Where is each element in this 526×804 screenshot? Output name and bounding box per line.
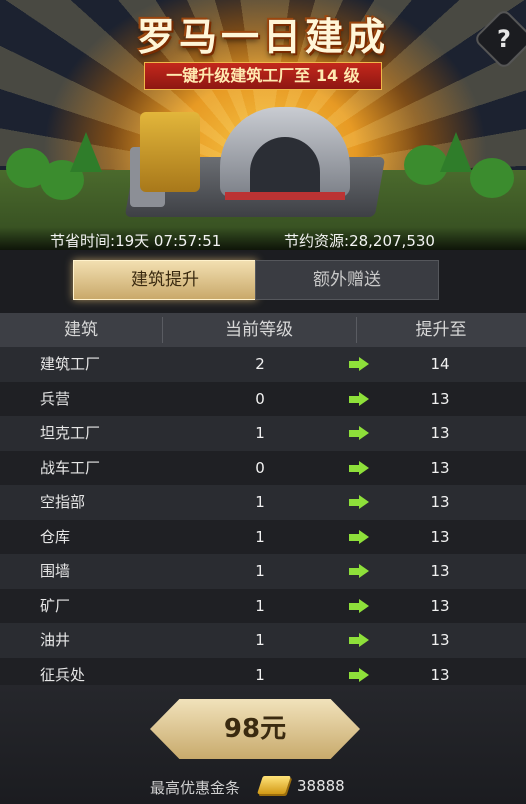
building-name: 坦克工厂	[40, 424, 101, 442]
building-name: 矿厂	[40, 596, 71, 615]
tree-icon	[470, 158, 514, 198]
current-level: 0	[255, 458, 265, 477]
current-level: 2	[255, 355, 265, 373]
table-row: 战车工厂 0 13	[0, 450, 526, 485]
target-level: 14	[430, 355, 450, 373]
target-level: 13	[430, 424, 450, 442]
building-name: 征兵处	[40, 665, 86, 684]
current-level: 1	[255, 424, 265, 442]
target-level: 13	[430, 562, 450, 580]
arrow-right-icon	[349, 598, 369, 613]
arrow-right-icon	[349, 357, 369, 371]
gold-amount: 38888	[297, 777, 345, 795]
purchase-panel: 98元 最高优惠金条 38888	[0, 685, 526, 804]
tab-building-upgrade[interactable]: 建筑提升	[73, 260, 257, 300]
current-level: 1	[255, 527, 265, 546]
arrow-right-icon	[349, 667, 369, 682]
arrow-right-icon	[349, 391, 369, 406]
current-level: 1	[255, 665, 265, 684]
table-row: 围墙 1 13	[0, 554, 526, 589]
table-row: 坦克工厂 1 13	[0, 416, 526, 451]
current-level: 0	[255, 389, 265, 408]
arrow-right-icon	[349, 460, 369, 475]
table-row: 空指部 1 13	[0, 485, 526, 520]
time-saved-label: 节省时间:	[50, 232, 116, 250]
arrow-right-icon	[349, 633, 369, 647]
current-level: 1	[255, 562, 265, 580]
building-name: 仓库	[40, 527, 71, 546]
time-saved-value: 19天 07:57:51	[115, 232, 222, 250]
current-level: 1	[255, 631, 265, 649]
target-level: 13	[430, 596, 450, 615]
resources-saved-value: 28,207,530	[349, 232, 435, 250]
tree-icon	[70, 132, 102, 172]
current-level: 1	[255, 493, 265, 511]
tab-extra-gift[interactable]: 额外赠送	[255, 260, 439, 300]
arrow-right-icon	[349, 426, 369, 440]
table-row: 征兵处 1 13	[0, 657, 526, 685]
arrow-right-icon	[349, 529, 369, 544]
table-header: 建筑 当前等级 提升至	[0, 313, 526, 347]
tree-icon	[440, 132, 472, 172]
question-mark-icon: ?	[497, 25, 511, 53]
table-row: 建筑工厂 2 14	[0, 347, 526, 382]
target-level: 13	[430, 389, 450, 408]
table-row: 油井 1 13	[0, 623, 526, 658]
current-level: 1	[255, 596, 265, 615]
building-name: 围墙	[40, 562, 71, 580]
price-label: 98元	[223, 714, 287, 744]
target-level: 13	[430, 493, 450, 511]
target-level: 13	[430, 527, 450, 546]
event-title: 罗马一日建成	[136, 14, 389, 59]
tab-bar: 建筑提升 额外赠送	[73, 260, 439, 300]
discount-label: 最高优惠金条	[150, 779, 241, 797]
table-body[interactable]: 建筑工厂 2 14 兵营 0 13 坦克工厂 1 13 战车工厂 0 13 空指…	[0, 347, 526, 685]
event-subtitle: 一键升级建筑工厂至 14 级	[144, 62, 382, 90]
building-name: 建筑工厂	[40, 355, 101, 373]
building-name: 战车工厂	[40, 458, 101, 477]
gold-bar-icon	[257, 776, 291, 794]
building-name: 空指部	[40, 493, 86, 511]
table-row: 仓库 1 13	[0, 519, 526, 554]
arrow-right-icon	[349, 564, 369, 578]
arrow-right-icon	[349, 495, 369, 509]
building-name: 兵营	[40, 389, 71, 408]
building-name: 油井	[40, 631, 71, 649]
resources-saved: 节约资源:28,207,530	[284, 230, 435, 250]
upgrade-table: 建筑 当前等级 提升至	[0, 313, 526, 347]
target-level: 13	[430, 458, 450, 477]
target-level: 13	[430, 665, 450, 684]
time-saved: 节省时间:19天 07:57:51	[50, 230, 221, 250]
purchase-button[interactable]: 98元	[150, 699, 360, 759]
header-current-level: 当前等级	[225, 320, 293, 340]
table-row: 矿厂 1 13	[0, 588, 526, 623]
resources-saved-label: 节约资源:	[284, 232, 350, 250]
header-building: 建筑	[64, 320, 98, 340]
table-row: 兵营 0 13	[0, 381, 526, 416]
event-banner: 罗马一日建成 一键升级建筑工厂至 14 级 ? 节省时间:19天 07:57:5…	[0, 0, 526, 250]
header-upgrade-to: 提升至	[415, 320, 467, 340]
factory-illustration	[124, 92, 386, 222]
target-level: 13	[430, 631, 450, 649]
